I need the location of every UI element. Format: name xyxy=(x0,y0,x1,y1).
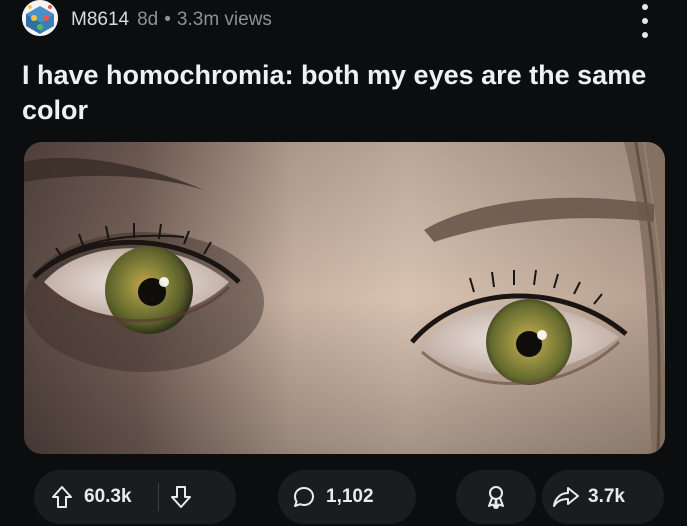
vote-separator xyxy=(157,483,159,511)
meta-separator: • xyxy=(164,9,171,30)
kebab-dot xyxy=(642,18,648,24)
eyes-photo xyxy=(24,142,665,454)
upvote-arrow-icon[interactable] xyxy=(48,483,76,511)
comment-count: 1,102 xyxy=(326,486,374,507)
vote-pill: 60.3k xyxy=(34,470,236,524)
action-bar: 60.3k 1,102 3.7k xyxy=(34,470,664,524)
comment-bubble-icon xyxy=(290,483,318,511)
post-title[interactable]: I have homochromia: both my eyes are the… xyxy=(22,58,662,128)
comment-button[interactable]: 1,102 xyxy=(278,470,416,524)
post-age: 8d xyxy=(137,9,159,30)
kebab-dot xyxy=(642,32,648,38)
post-header: M8614 8d • 3.3m views xyxy=(22,0,667,40)
view-count: 3.3m views xyxy=(176,9,272,30)
upvote-count: 60.3k xyxy=(84,486,132,507)
downvote-arrow-icon[interactable] xyxy=(167,483,195,511)
kebab-dot xyxy=(642,4,648,10)
award-button[interactable] xyxy=(456,470,536,524)
share-button[interactable]: 3.7k xyxy=(542,470,664,524)
share-arrow-icon xyxy=(552,483,580,511)
award-icon xyxy=(482,483,510,511)
subreddit-avatar-icon[interactable] xyxy=(22,0,58,36)
share-count: 3.7k xyxy=(588,486,625,507)
post-image[interactable] xyxy=(24,142,665,454)
kebab-menu-icon[interactable] xyxy=(637,4,653,38)
author-name[interactable]: M8614 xyxy=(71,9,129,31)
